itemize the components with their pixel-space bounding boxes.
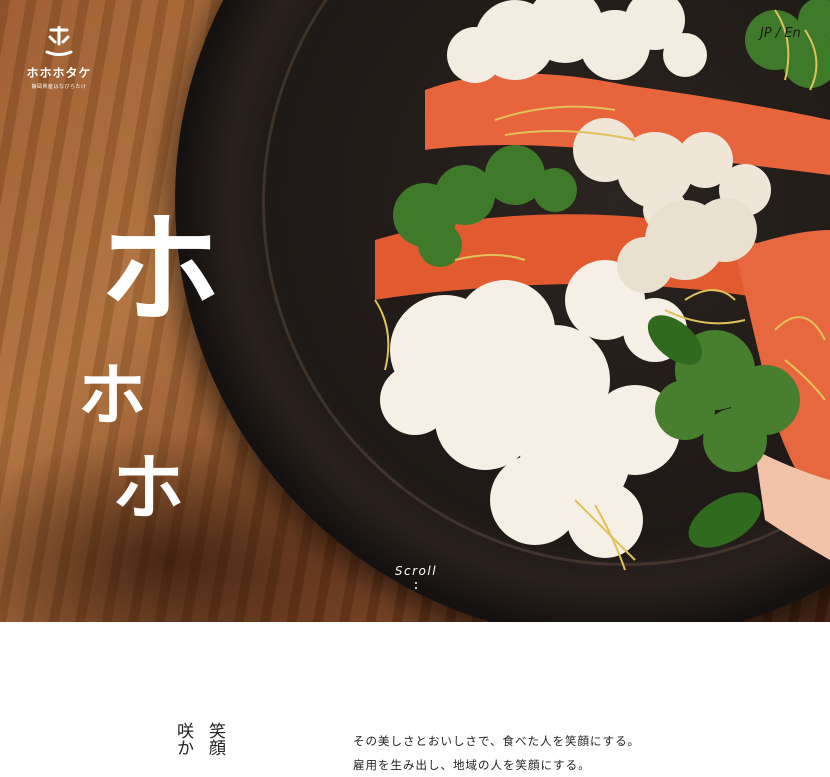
intro-heading: 笑顔 咲か xyxy=(173,722,244,762)
intro-text: その美しさとおいしさで、食べた人を笑顔にする。 雇用を生み出し、地域の人を笑顔に… xyxy=(353,729,773,777)
intro-heading-column: 笑顔 xyxy=(205,722,225,756)
hero-section: ホホホタケ 静岡県産はなびらたけ JP / En ホ ホ ホ Scroll xyxy=(0,0,830,622)
hero-title-char: ホ xyxy=(112,445,185,530)
scroll-label: Scroll xyxy=(394,564,438,578)
scroll-indicator[interactable]: Scroll xyxy=(393,564,439,592)
dish-illustration xyxy=(374,0,830,571)
intro-line: 雇用を生み出し、地域の人を笑顔にする。 xyxy=(353,758,591,772)
hero-title-char: ホ xyxy=(100,199,220,340)
hero-title: ホ ホ ホ xyxy=(0,0,300,622)
intro-heading-column: 咲か xyxy=(173,722,193,756)
intro-line: その美しさとおいしさで、食べた人を笑顔にする。 xyxy=(353,734,641,748)
hero-title-char: ホ xyxy=(78,356,147,436)
mushroom-cluster xyxy=(447,0,707,83)
language-switch[interactable]: JP / En xyxy=(760,26,801,41)
mushroom-cluster xyxy=(380,260,687,558)
scroll-dots-icon xyxy=(414,582,418,589)
